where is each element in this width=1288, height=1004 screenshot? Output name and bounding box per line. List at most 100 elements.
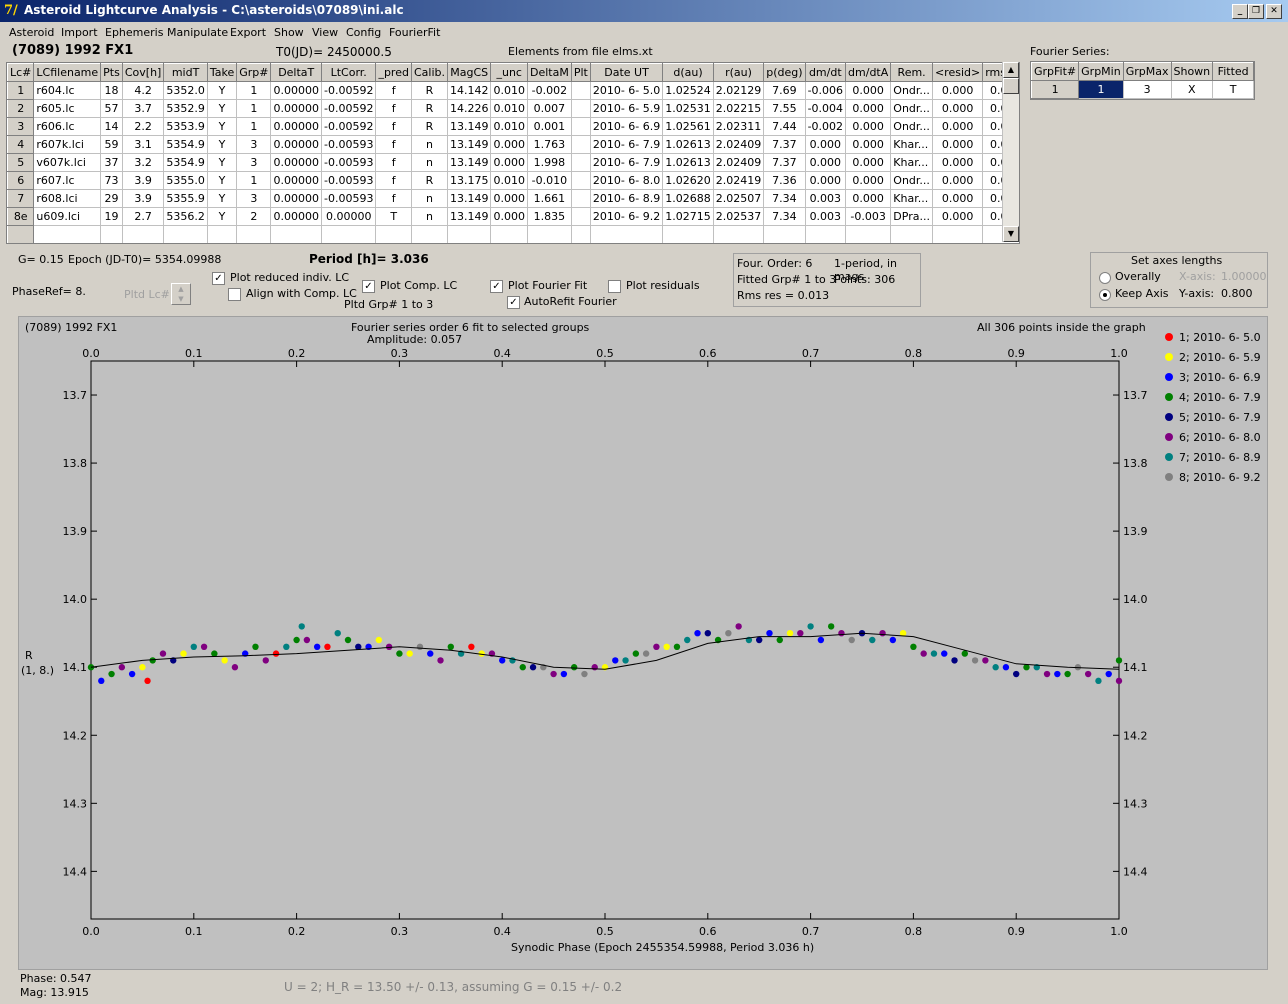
table-cell[interactable]: Ondr... — [890, 81, 933, 100]
table-cell[interactable]: 7.69 — [763, 81, 806, 100]
fourier-column-header[interactable]: Fitted — [1212, 62, 1255, 81]
table-cell[interactable]: 14 — [100, 117, 123, 136]
column-header[interactable]: Take — [206, 63, 238, 82]
table-cell[interactable]: 0.000 — [805, 153, 847, 172]
table-cell[interactable]: 2.2 — [122, 117, 165, 136]
table-cell[interactable] — [33, 225, 102, 243]
table-cell[interactable]: 1.661 — [527, 189, 572, 208]
table-cell[interactable] — [845, 225, 892, 243]
table-cell[interactable]: DPra... — [890, 207, 933, 226]
table-cell[interactable]: 37 — [100, 153, 123, 172]
table-cell[interactable]: -0.003 — [845, 207, 892, 226]
row-header[interactable]: 4 — [7, 135, 35, 154]
fourier-column-header[interactable]: GrpMin — [1078, 62, 1124, 81]
table-cell[interactable]: 2.02129 — [713, 81, 765, 100]
table-cell[interactable]: 2010- 6- 9.2 — [590, 207, 664, 226]
table-cell[interactable]: 0.010 — [490, 171, 528, 190]
table-cell[interactable]: Y — [207, 81, 238, 100]
table-cell[interactable] — [932, 225, 984, 243]
table-cell[interactable] — [571, 81, 591, 100]
column-header[interactable]: Plt — [570, 63, 591, 82]
table-cell[interactable]: 0.000 — [932, 207, 984, 226]
table-cell[interactable]: 2010- 6- 8.9 — [590, 189, 664, 208]
table-cell[interactable]: n — [411, 135, 448, 154]
row-header[interactable]: 6 — [7, 171, 35, 190]
table-cell[interactable]: 0.000 — [845, 117, 892, 136]
table-cell[interactable]: 2.02215 — [713, 99, 765, 118]
lightcurve-plot-panel[interactable]: (7089) 1992 FX1 Fourier series order 6 f… — [18, 316, 1268, 970]
table-row[interactable]: 2 r605.lc 57 3.7 5352.9 Y 1 0.00000 -0.00592 f R 14… — [7, 99, 1019, 118]
table-cell[interactable]: n — [411, 189, 448, 208]
table-cell[interactable]: -0.00593 — [321, 189, 377, 208]
table-cell[interactable]: R — [411, 81, 448, 100]
table-cell[interactable]: Y — [207, 135, 238, 154]
table-cell[interactable]: 0.000 — [932, 171, 984, 190]
table-cell[interactable] — [571, 189, 591, 208]
table-cell[interactable]: 0.000 — [932, 99, 984, 118]
plot-comp-checkbox[interactable]: ✓ — [362, 280, 375, 293]
table-cell[interactable]: 1 — [236, 171, 272, 190]
keep-axis-radio[interactable] — [1099, 289, 1111, 301]
table-cell[interactable]: 0.001 — [527, 117, 572, 136]
table-cell[interactable] — [321, 225, 377, 243]
table-cell[interactable]: Ondr... — [890, 171, 933, 190]
table-cell[interactable]: 0.00000 — [270, 135, 322, 154]
table-cell[interactable]: 0.000 — [932, 153, 984, 172]
table-cell[interactable]: R — [411, 171, 448, 190]
table-cell[interactable]: f — [375, 135, 412, 154]
table-cell[interactable]: 2.02419 — [713, 171, 765, 190]
table-cell[interactable]: 0.010 — [490, 99, 528, 118]
column-header[interactable]: dm/dtA — [845, 63, 892, 82]
pltd-lc-spinner[interactable]: ▲ ▼ — [171, 283, 191, 305]
table-cell[interactable]: f — [375, 171, 412, 190]
column-header[interactable]: d(au) — [662, 63, 714, 82]
table-cell[interactable] — [571, 207, 591, 226]
table-cell[interactable]: 1.02524 — [662, 81, 714, 100]
table-cell[interactable]: 0.00000 — [270, 171, 322, 190]
table-cell[interactable]: 0.000 — [490, 207, 528, 226]
minimize-icon[interactable]: _ — [1232, 4, 1248, 19]
table-cell[interactable]: 0.000 — [490, 135, 528, 154]
table-cell[interactable]: 2.02409 — [713, 153, 765, 172]
table-cell[interactable]: 13.175 — [447, 171, 492, 190]
table-cell[interactable]: 3 — [236, 153, 272, 172]
table-cell[interactable] — [100, 225, 123, 243]
table-cell[interactable] — [662, 225, 714, 243]
table-cell[interactable]: 13.149 — [447, 135, 492, 154]
table-cell[interactable]: -0.00593 — [321, 171, 377, 190]
fourier-cell[interactable]: 3 — [1123, 80, 1172, 99]
plot-reduced-checkbox[interactable]: ✓ — [212, 272, 225, 285]
table-cell[interactable]: 1.02613 — [662, 135, 714, 154]
table-cell[interactable]: Y — [207, 207, 238, 226]
column-header[interactable]: DeltaM — [526, 63, 572, 82]
table-cell[interactable] — [122, 225, 165, 243]
scroll-down-icon[interactable]: ▼ — [1003, 226, 1019, 242]
table-cell[interactable]: 0.00000 — [270, 207, 322, 226]
table-cell[interactable]: 3.9 — [122, 171, 165, 190]
table-cell[interactable]: 29 — [100, 189, 123, 208]
table-cell[interactable] — [571, 171, 591, 190]
table-cell[interactable] — [163, 225, 208, 243]
table-cell[interactable] — [447, 225, 492, 243]
table-cell[interactable] — [571, 135, 591, 154]
table-cell[interactable]: -0.00592 — [321, 117, 377, 136]
table-cell[interactable]: -0.002 — [527, 81, 572, 100]
table-row-empty[interactable] — [7, 225, 1019, 243]
table-cell[interactable]: 3 — [236, 135, 272, 154]
table-cell[interactable]: -0.006 — [805, 81, 847, 100]
fourier-cell[interactable]: T — [1212, 80, 1255, 99]
menu-fourierfit[interactable]: FourierFit — [389, 26, 440, 39]
table-row[interactable]: 3 r606.lc 14 2.2 5353.9 Y 1 0.00000 -0.00592 f R 13… — [7, 117, 1019, 136]
table-cell[interactable]: Y — [207, 117, 238, 136]
align-comp-checkbox[interactable] — [228, 288, 241, 301]
fourier-row-header[interactable]: 1 — [1030, 80, 1080, 99]
table-cell[interactable]: -0.00592 — [321, 81, 377, 100]
table-cell[interactable]: v607k.lci — [33, 153, 102, 172]
table-cell[interactable] — [763, 225, 806, 243]
table-cell[interactable]: 0.000 — [932, 135, 984, 154]
menu-config[interactable]: Config — [346, 26, 381, 39]
table-cell[interactable]: r605.lc — [33, 99, 102, 118]
table-cell[interactable]: 0.003 — [805, 207, 847, 226]
table-cell[interactable]: 3.1 — [122, 135, 165, 154]
menu-export[interactable]: Export — [230, 26, 266, 39]
